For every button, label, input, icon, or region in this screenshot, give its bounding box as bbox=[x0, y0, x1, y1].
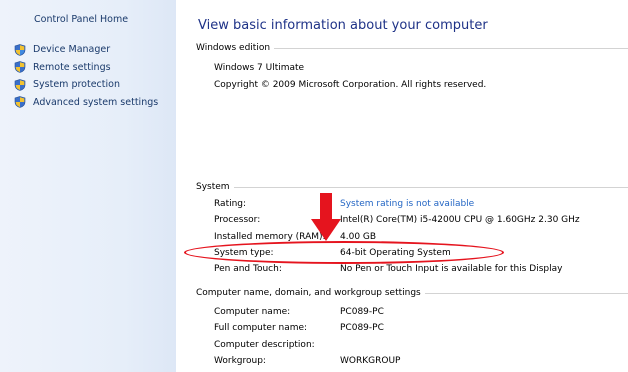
shield-icon bbox=[14, 61, 26, 74]
sidebar-item-label: Device Manager bbox=[33, 44, 111, 56]
shield-icon bbox=[14, 96, 26, 109]
workgroup-label: Workgroup: bbox=[214, 356, 266, 366]
page-title: View basic information about your comput… bbox=[198, 18, 488, 33]
full-computer-name-row: Full computer name: PC089-PC bbox=[214, 323, 624, 338]
computer-description-label: Computer description: bbox=[214, 340, 315, 350]
workgroup-value: WORKGROUP bbox=[340, 356, 401, 366]
full-computer-name-value: PC089-PC bbox=[340, 323, 384, 333]
system-section-header: System bbox=[196, 182, 628, 192]
section-header-label: System bbox=[196, 182, 230, 192]
system-rating-link[interactable]: System rating is not available bbox=[340, 199, 474, 209]
sidebar-item-system-protection[interactable]: System protection bbox=[14, 76, 158, 94]
sidebar-tasks: Device Manager Remote settings System pr… bbox=[14, 41, 158, 111]
pen-touch-label: Pen and Touch: bbox=[214, 264, 282, 274]
computer-description-row: Computer description: bbox=[214, 340, 624, 355]
computer-name-label: Computer name: bbox=[214, 307, 291, 317]
sidebar-item-label: Advanced system settings bbox=[33, 96, 159, 108]
red-arrow-icon bbox=[311, 193, 341, 241]
memory-row: Installed memory (RAM): 4.00 GB bbox=[214, 232, 624, 247]
section-header-label: Windows edition bbox=[196, 43, 271, 53]
system-type-value: 64-bit Operating System bbox=[340, 248, 451, 258]
pen-touch-row: Pen and Touch: No Pen or Touch Input is … bbox=[214, 264, 624, 279]
main-content: View basic information about your comput… bbox=[176, 0, 628, 372]
sidebar-item-label: Remote settings bbox=[33, 61, 111, 73]
processor-row: Processor: Intel(R) Core(TM) i5-4200U CP… bbox=[214, 215, 624, 230]
computer-name-row: Computer name: PC089-PC bbox=[214, 307, 624, 322]
computer-name-section-header: Computer name, domain, and workgroup set… bbox=[196, 288, 628, 298]
windows-edition-section-header: Windows edition bbox=[196, 43, 628, 53]
memory-label: Installed memory (RAM): bbox=[214, 232, 326, 242]
sidebar-item-label: System protection bbox=[33, 79, 120, 91]
copyright-text: Copyright © 2009 Microsoft Corporation. … bbox=[214, 80, 487, 90]
section-header-label: Computer name, domain, and workgroup set… bbox=[196, 288, 421, 298]
windows-edition-name: Windows 7 Ultimate bbox=[214, 63, 305, 73]
processor-label: Processor: bbox=[214, 215, 261, 225]
sidebar-item-advanced-system-settings[interactable]: Advanced system settings bbox=[14, 94, 158, 112]
section-divider bbox=[424, 292, 628, 294]
processor-value: Intel(R) Core(TM) i5-4200U CPU @ 1.60GHz… bbox=[340, 215, 580, 225]
section-divider bbox=[233, 186, 628, 188]
memory-value: 4.00 GB bbox=[340, 232, 377, 242]
workgroup-row: Workgroup: WORKGROUP bbox=[214, 356, 624, 371]
rating-label: Rating: bbox=[214, 199, 247, 209]
sidebar-item-remote-settings[interactable]: Remote settings bbox=[14, 59, 158, 77]
full-computer-name-label: Full computer name: bbox=[214, 323, 308, 333]
rating-row: Rating: System rating is not available bbox=[214, 199, 624, 214]
pen-touch-value: No Pen or Touch Input is available for t… bbox=[340, 264, 563, 274]
shield-icon bbox=[14, 43, 26, 56]
control-panel-home-link[interactable]: Control Panel Home bbox=[34, 14, 128, 25]
sidebar-item-device-manager[interactable]: Device Manager bbox=[14, 41, 158, 59]
shield-icon bbox=[14, 78, 26, 91]
computer-name-value: PC089-PC bbox=[340, 307, 384, 317]
system-type-label: System type: bbox=[214, 248, 274, 258]
system-type-row: System type: 64-bit Operating System bbox=[214, 248, 624, 263]
section-divider bbox=[274, 47, 628, 49]
sidebar: Control Panel Home Device Manager Remote… bbox=[0, 0, 176, 372]
